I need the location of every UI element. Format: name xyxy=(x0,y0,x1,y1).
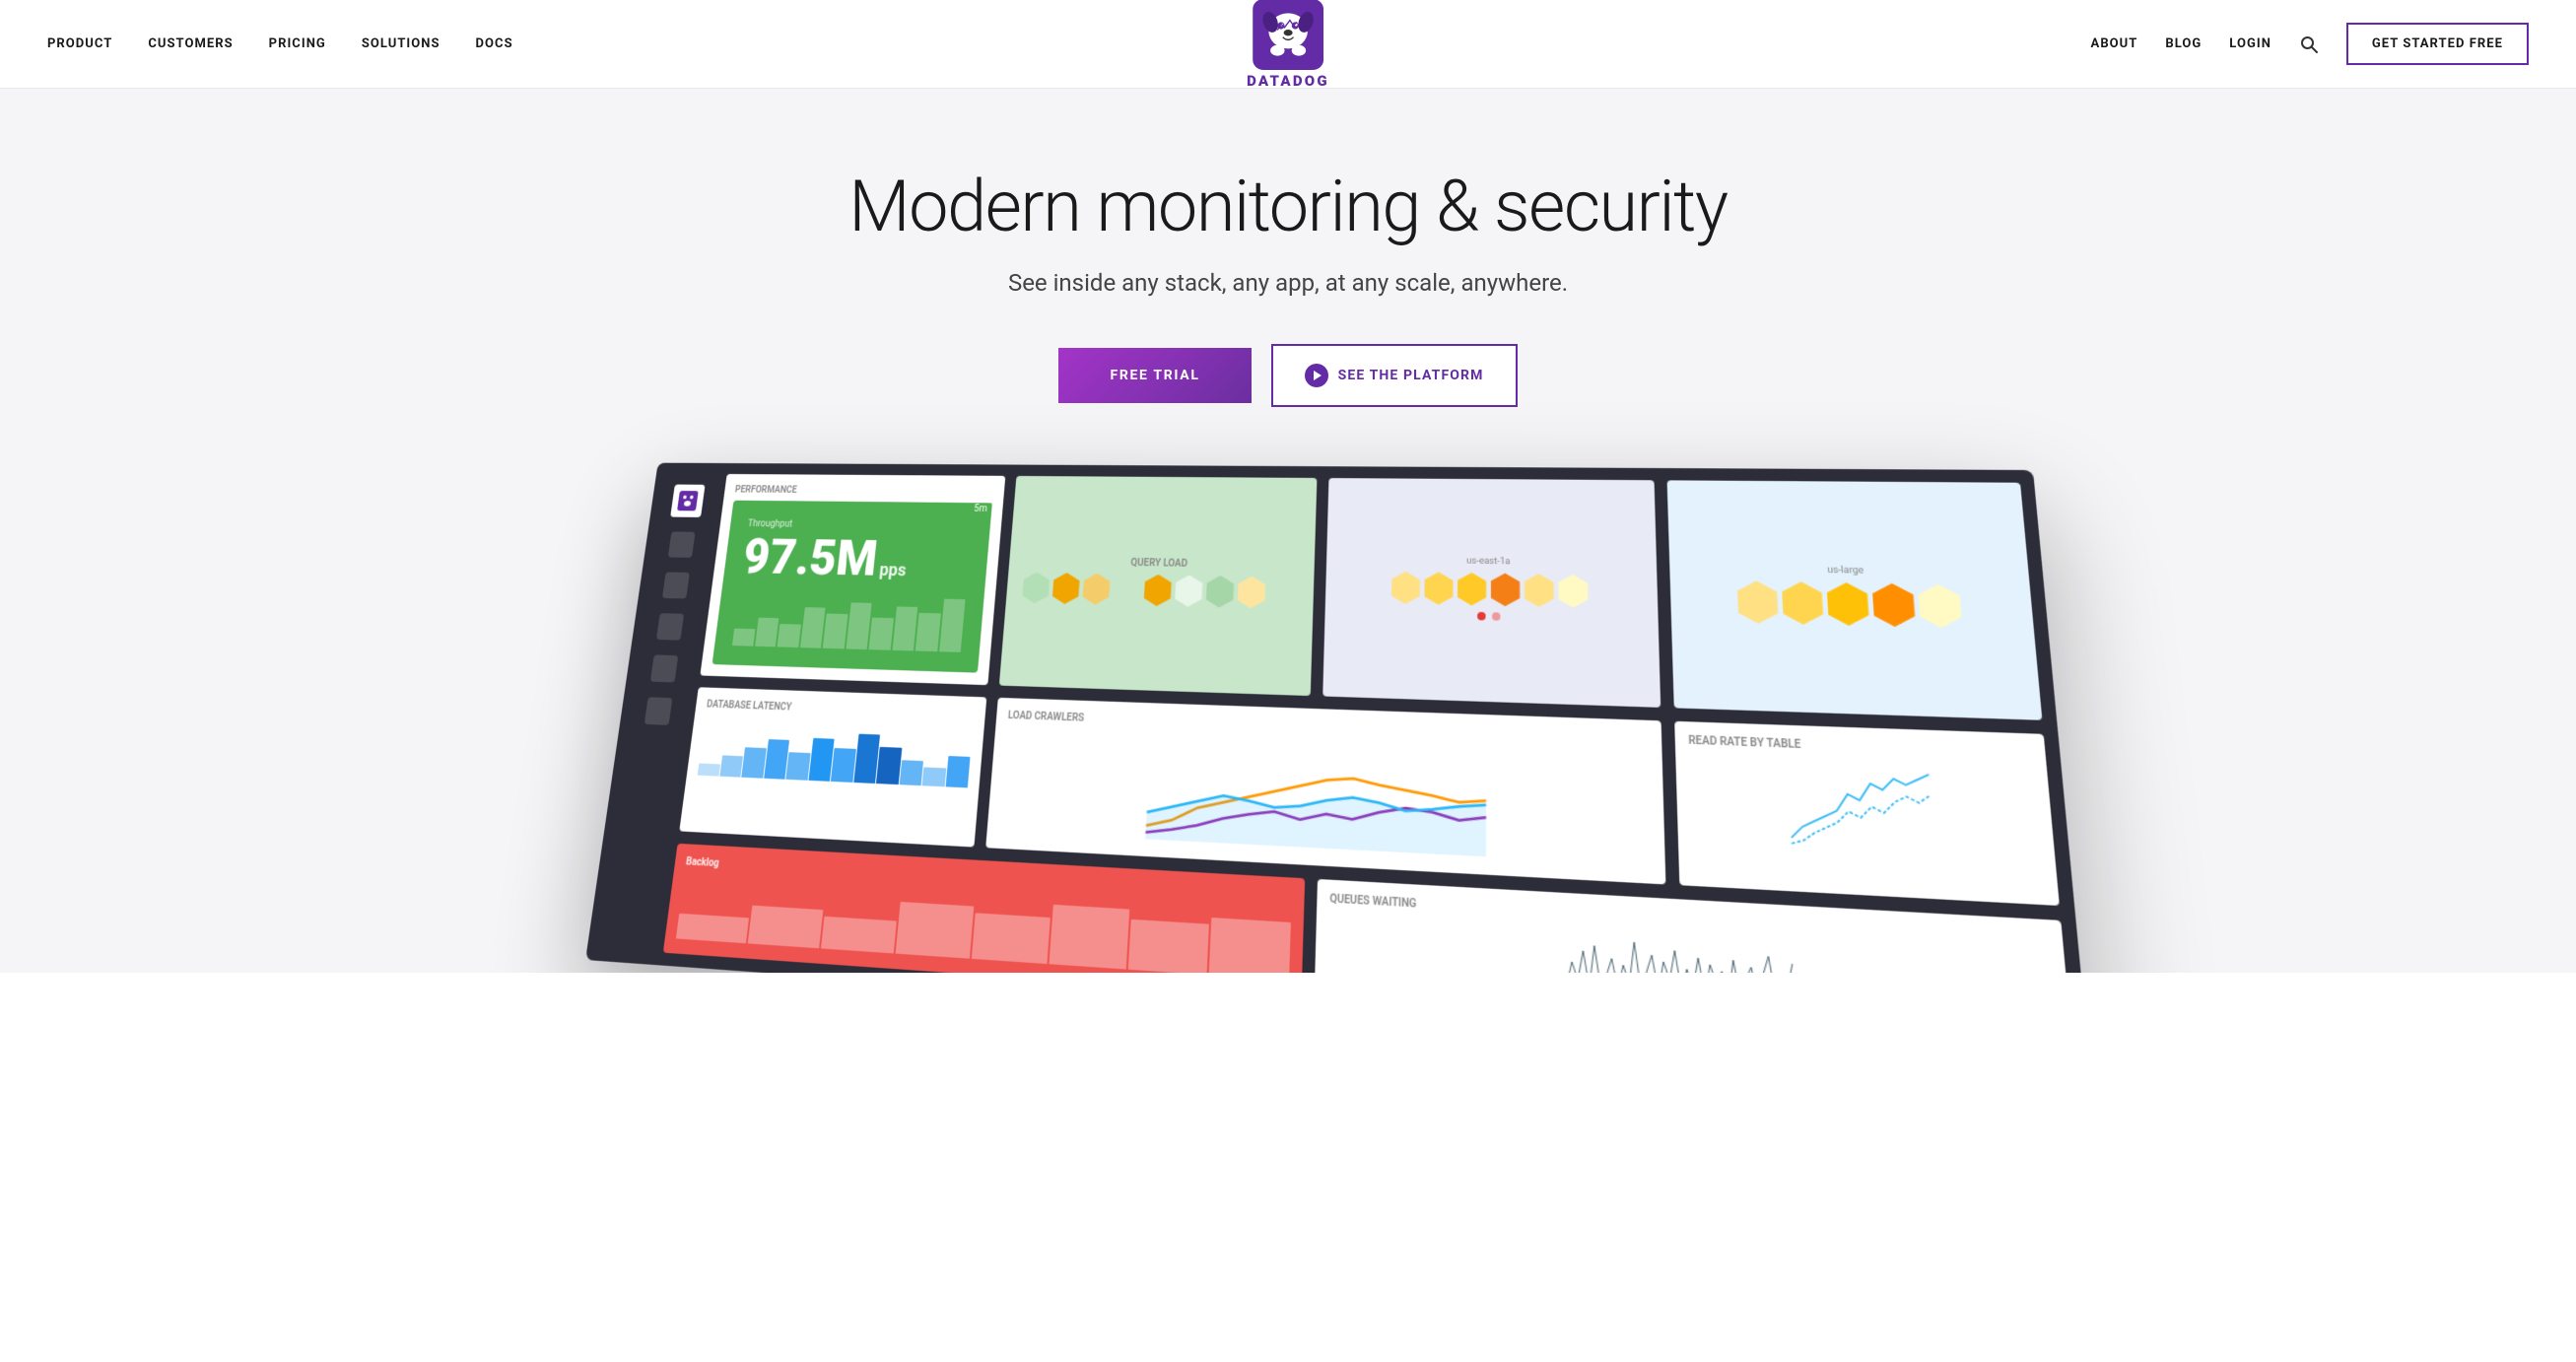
nav-left: PRODUCT CUSTOMERS PRICING SOLUTIONS DOCS xyxy=(47,36,513,51)
sidebar-logo-icon xyxy=(677,491,699,511)
throughput-bars xyxy=(732,588,966,652)
hexmap-purple xyxy=(1390,572,1588,608)
play-icon xyxy=(1305,364,1328,387)
region-label-1: us-east-1a xyxy=(1466,557,1510,568)
nav-customers[interactable]: CUSTOMERS xyxy=(148,36,233,51)
sidebar-icon-4 xyxy=(650,655,678,683)
logo-text: DATADOG xyxy=(1247,72,1329,90)
database-latency-card: Database latency xyxy=(679,687,986,847)
hexmap-green xyxy=(1021,572,1297,609)
see-platform-label: SEE THE PLATFORM xyxy=(1338,368,1484,383)
nav-login[interactable]: LOGIN xyxy=(2229,36,2271,51)
search-button[interactable] xyxy=(2299,34,2319,54)
hexmap-blue xyxy=(1736,580,1962,629)
region-hexmap-2: us-large xyxy=(1667,481,2043,720)
query-load-label: Query load xyxy=(1130,558,1187,570)
query-load-card: Query load xyxy=(999,476,1318,696)
latency-bars xyxy=(698,716,974,788)
badge-5m: 5m xyxy=(969,503,992,515)
see-platform-button[interactable]: SEE THE PLATFORM xyxy=(1271,344,1518,407)
read-rate-card: Read rate by table xyxy=(1674,721,2060,906)
hero-section: Modern monitoring & security See inside … xyxy=(0,89,2576,973)
sidebar-icon-5 xyxy=(644,697,673,725)
get-started-button[interactable]: GET STARTED FREE xyxy=(2346,23,2529,65)
nav-about[interactable]: ABOUT xyxy=(2091,36,2138,51)
logo-icon xyxy=(1253,0,1323,70)
crawlers-chart xyxy=(998,727,1652,865)
sidebar-icon-3 xyxy=(656,613,684,641)
read-rate-chart xyxy=(1689,754,2041,861)
sidebar-icon-1 xyxy=(668,532,696,559)
logo-link[interactable]: DATADOG xyxy=(1247,0,1329,90)
dashboard-grid: Performance 5m Throughput 97.5M pps xyxy=(585,463,2090,973)
nav-pricing[interactable]: PRICING xyxy=(269,36,326,51)
nav-solutions[interactable]: SOLUTIONS xyxy=(362,36,441,51)
backlog-card: Backlog xyxy=(663,844,1305,973)
nav-product[interactable]: PRODUCT xyxy=(47,36,112,51)
free-trial-button[interactable]: FREE TRIAL xyxy=(1058,348,1251,403)
performance-label: Performance xyxy=(734,485,993,498)
load-crawlers-card: Load crawlers xyxy=(985,698,1665,885)
nav-right: ABOUT BLOG LOGIN GET STARTED FREE xyxy=(2091,23,2529,65)
throughput-value: 97.5M xyxy=(740,533,879,584)
hero-title: Modern monitoring & security xyxy=(848,168,1727,245)
performance-card: Performance 5m Throughput 97.5M pps xyxy=(700,474,1005,685)
throughput-unit: pps xyxy=(878,561,907,581)
nav-blog[interactable]: BLOG xyxy=(2165,36,2202,51)
region-hexmap-1: us-east-1a xyxy=(1322,478,1661,708)
throughput-card: Throughput 97.5M pps xyxy=(712,501,992,673)
nav-docs[interactable]: DOCS xyxy=(476,36,513,51)
dashboard-mockup: Performance 5m Throughput 97.5M pps xyxy=(0,466,2576,973)
sidebar-icon-2 xyxy=(662,573,690,599)
search-icon xyxy=(2299,34,2319,54)
header: PRODUCT CUSTOMERS PRICING SOLUTIONS DOCS xyxy=(0,0,2576,89)
region-label-2: us-large xyxy=(1827,566,1864,577)
hero-subtitle: See inside any stack, any app, at any sc… xyxy=(1008,269,1568,297)
hero-buttons: FREE TRIAL SEE THE PLATFORM xyxy=(1058,344,1517,407)
